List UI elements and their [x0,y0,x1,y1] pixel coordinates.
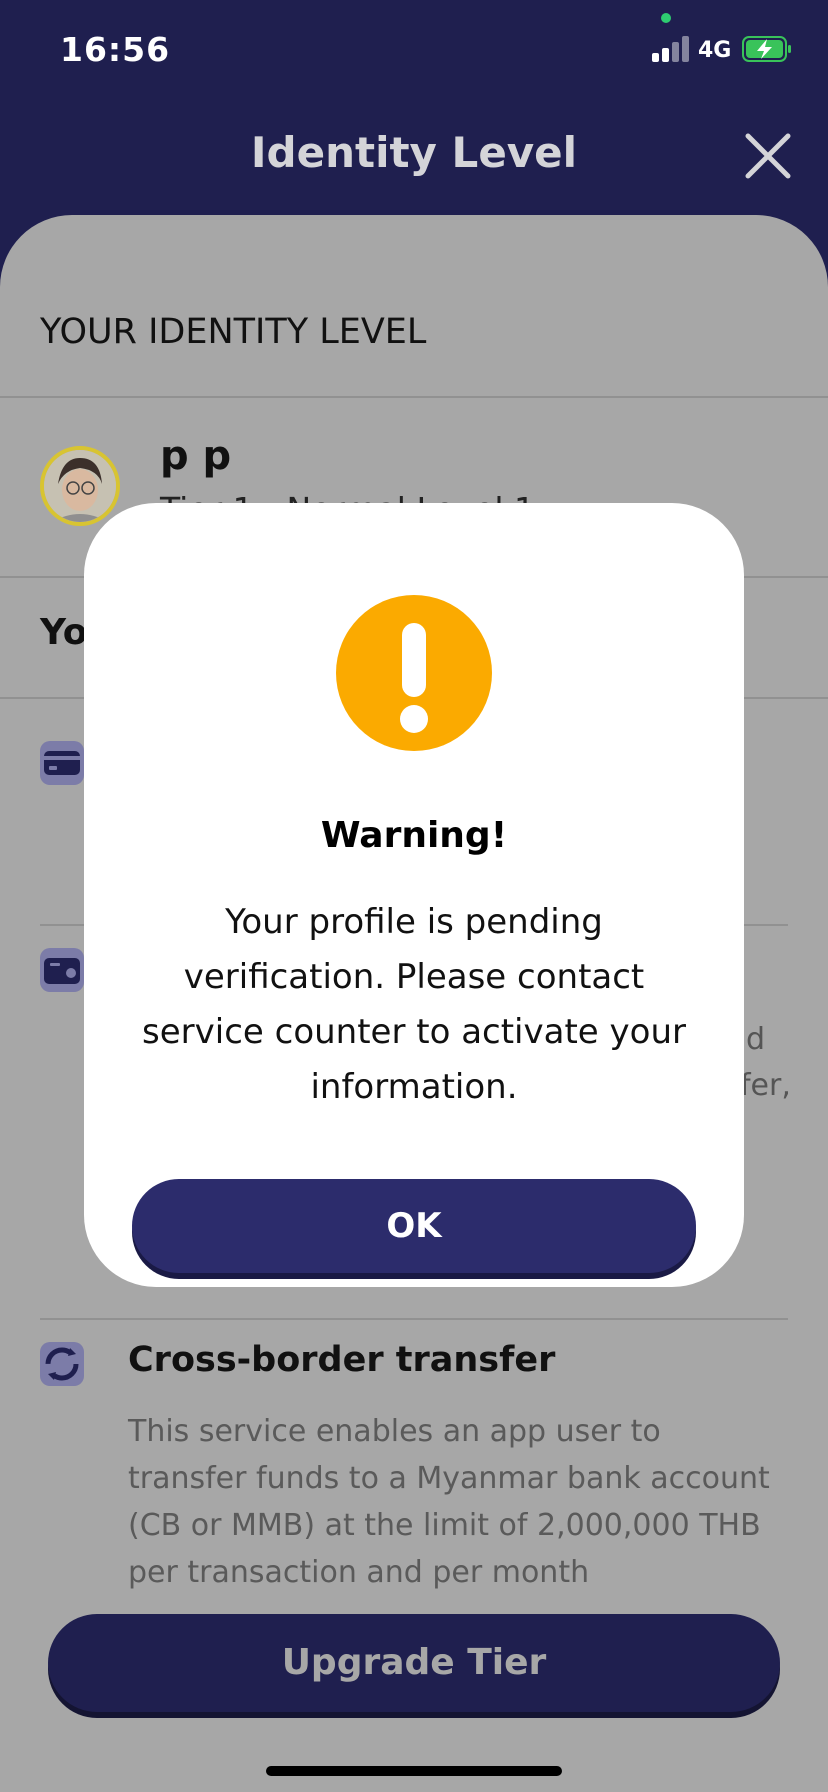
services-heading: Yo [40,612,88,653]
divider [0,396,828,398]
status-time: 16:56 [60,30,171,69]
service-title: Cross-border transfer [128,1340,556,1380]
page-title: Identity Level [250,128,578,177]
section-title: YOUR IDENTITY LEVEL [40,312,427,352]
battery-charging-icon [742,36,791,62]
service-text-fragment: d [746,1022,766,1057]
warning-dialog: Warning! Your profile is pending verific… [84,503,744,1287]
signal-icon [652,36,690,62]
network-type: 4G [698,38,732,63]
card-icon [40,741,84,785]
service-description: This service enables an app user to tran… [128,1414,770,1590]
service-text-fragment: fer, [740,1068,791,1103]
user-name: p p [160,433,232,479]
home-indicator [266,1766,562,1776]
dialog-title: Warning! [320,815,508,856]
upgrade-tier-button[interactable]: Upgrade Tier [48,1614,780,1712]
dialog-message: Your profile is pending verification. Pl… [142,902,686,1107]
camera-indicator-icon [661,13,671,23]
ok-button[interactable]: OK [132,1179,696,1273]
status-bar: 16:56 4G [0,0,828,100]
divider [40,1318,788,1320]
close-icon[interactable] [742,130,794,182]
warning-icon [336,595,492,751]
avatar [40,446,120,526]
cross-border-transfer-icon [40,1342,84,1386]
wallet-icon [40,948,84,992]
